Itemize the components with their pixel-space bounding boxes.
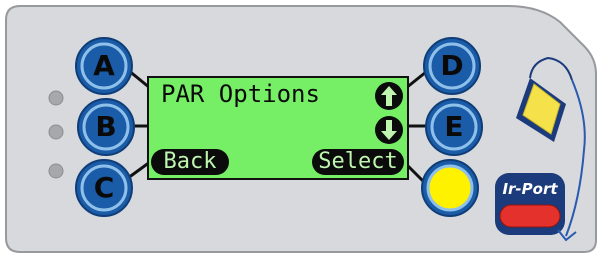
led-indicator-c: [48, 163, 64, 179]
lcd-display: PAR Options Back Select: [147, 76, 409, 180]
button-d[interactable]: D: [424, 38, 480, 94]
select-softkey-label: Select: [312, 149, 404, 175]
display-title: PAR Options: [161, 80, 320, 108]
button-d-label: D: [440, 49, 464, 82]
led-indicator-a: [48, 90, 64, 106]
ir-port-label: Ir-Port: [502, 180, 558, 198]
button-e[interactable]: E: [426, 99, 482, 155]
button-a-label: A: [93, 49, 115, 82]
select-button[interactable]: [422, 160, 478, 216]
button-a[interactable]: A: [76, 38, 132, 94]
back-softkey-label: Back: [151, 149, 229, 175]
button-e-label: E: [444, 110, 464, 143]
button-c-label: C: [93, 171, 115, 204]
up-arrow-icon: [375, 82, 403, 110]
button-b[interactable]: B: [78, 99, 134, 155]
button-c[interactable]: C: [76, 160, 132, 216]
down-arrow-icon: [375, 116, 403, 144]
led-indicator-b: [48, 124, 64, 140]
button-b-label: B: [95, 110, 117, 143]
ir-port-window[interactable]: [500, 205, 560, 227]
